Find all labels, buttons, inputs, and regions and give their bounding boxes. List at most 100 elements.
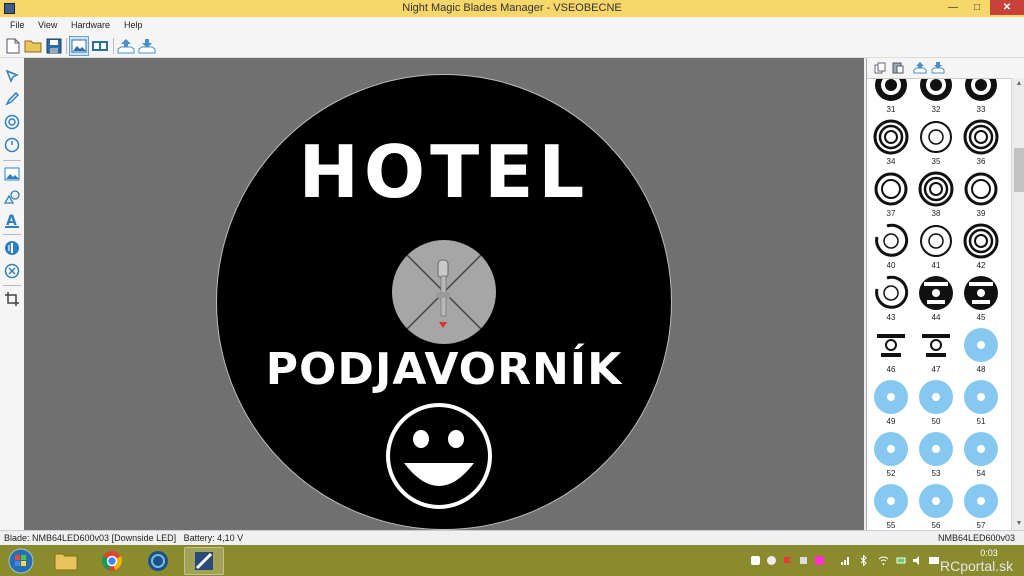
tray-badge-icon[interactable] xyxy=(814,555,825,566)
pattern-thumbnail[interactable]: 38 xyxy=(916,171,956,219)
close-button[interactable]: ✕ xyxy=(990,0,1024,15)
tray-battery-icon[interactable] xyxy=(896,555,907,566)
pattern-thumbnail[interactable]: 51 xyxy=(961,379,1001,427)
browser-globe-icon[interactable] xyxy=(138,547,178,575)
download-icon[interactable] xyxy=(137,36,157,56)
pattern-thumbnail[interactable]: 41 xyxy=(916,223,956,271)
pattern-number: 44 xyxy=(931,313,941,322)
circle-icon[interactable] xyxy=(2,112,22,132)
pattern-preview-icon xyxy=(877,334,905,357)
menu-help[interactable]: Help xyxy=(124,20,143,30)
minimize-button[interactable]: — xyxy=(942,0,964,15)
mirror-icon[interactable] xyxy=(2,238,22,258)
pattern-thumbnail[interactable]: 54 xyxy=(961,431,1001,479)
scroll-up-arrow-icon[interactable]: ▲ xyxy=(1012,78,1024,90)
pattern-preview-icon xyxy=(875,223,909,257)
tray-volume-icon[interactable] xyxy=(912,555,923,566)
tray-clock-icon[interactable] xyxy=(766,555,777,566)
text-icon[interactable]: A xyxy=(2,210,22,230)
menu-hardware[interactable]: Hardware xyxy=(71,20,110,30)
delete-icon[interactable] xyxy=(2,261,22,281)
library-download-icon[interactable] xyxy=(931,61,945,75)
menu-view[interactable]: View xyxy=(38,20,57,30)
pattern-thumbnail[interactable]: 43 xyxy=(871,275,911,323)
tray-flag-icon[interactable] xyxy=(782,555,793,566)
save-icon[interactable] xyxy=(44,36,64,56)
tray-wifi-icon[interactable] xyxy=(878,555,889,566)
view-strip-icon[interactable] xyxy=(90,36,110,56)
pattern-thumbnail[interactable]: 44 xyxy=(916,275,956,323)
paste-icon[interactable] xyxy=(891,61,905,75)
pattern-thumbnail[interactable]: 32 xyxy=(916,79,956,115)
pattern-library-panel: 31 32 33 34 35 36 37 38 39 40 41 42 43 44 45 46 47 48 49 50… xyxy=(866,58,1024,530)
pattern-preview-icon xyxy=(918,171,954,207)
tray-bluetooth-icon[interactable] xyxy=(858,555,869,566)
crop-icon[interactable] xyxy=(2,289,22,309)
pattern-preview-icon xyxy=(920,79,952,101)
pattern-thumbnail[interactable]: 37 xyxy=(871,171,911,219)
pattern-preview-icon xyxy=(964,432,998,466)
pattern-preview-icon xyxy=(919,276,953,310)
upload-icon[interactable] xyxy=(116,36,136,56)
copy-icon[interactable] xyxy=(873,61,887,75)
chrome-icon[interactable] xyxy=(92,547,132,575)
pattern-number: 43 xyxy=(886,313,896,322)
pattern-thumbnail[interactable]: 52 xyxy=(871,431,911,479)
library-toolbar xyxy=(867,58,1024,78)
pattern-preview-icon xyxy=(875,275,909,309)
pattern-thumbnail[interactable]: 33 xyxy=(961,79,1001,115)
pattern-thumbnail[interactable]: 55 xyxy=(871,483,911,530)
pattern-thumbnail[interactable]: 50 xyxy=(916,379,956,427)
tray-network-icon[interactable] xyxy=(798,555,809,566)
tray-signal-icon[interactable] xyxy=(840,555,851,566)
pattern-thumbnail[interactable]: 48 xyxy=(961,327,1001,375)
pattern-preview-icon xyxy=(920,225,952,257)
smiley-icon xyxy=(384,401,494,511)
pattern-thumbnail-list[interactable]: 31 32 33 34 35 36 37 38 39 40 41 42 43 44 45 46 47 48 49 50… xyxy=(867,78,1011,530)
shapes-icon[interactable] xyxy=(2,187,22,207)
pattern-thumbnail[interactable]: 47 xyxy=(916,327,956,375)
library-upload-icon[interactable] xyxy=(913,61,927,75)
pattern-thumbnail[interactable]: 46 xyxy=(871,327,911,375)
new-file-icon[interactable] xyxy=(3,36,23,56)
open-folder-icon[interactable] xyxy=(23,36,43,56)
pattern-thumbnail[interactable]: 57 xyxy=(961,483,1001,530)
pattern-number: 51 xyxy=(976,417,986,426)
pattern-preview-icon xyxy=(922,334,950,357)
rotor-hub xyxy=(392,240,496,344)
pattern-thumbnail[interactable]: 42 xyxy=(961,223,1001,271)
pattern-number: 39 xyxy=(976,209,986,218)
pattern-thumbnail[interactable]: 49 xyxy=(871,379,911,427)
pattern-thumbnail[interactable]: 45 xyxy=(961,275,1001,323)
blades-manager-taskbar-icon[interactable] xyxy=(184,547,224,575)
pattern-preview-icon xyxy=(964,172,998,206)
pattern-thumbnail[interactable]: 31 xyxy=(871,79,911,115)
scrollbar-thumb[interactable] xyxy=(1014,148,1024,192)
view-image-icon[interactable] xyxy=(69,36,89,56)
pattern-thumbnail[interactable]: 35 xyxy=(916,119,956,167)
tray-keyboard-icon[interactable] xyxy=(928,555,939,566)
pattern-thumbnail[interactable]: 40 xyxy=(871,223,911,271)
taskbar-clock[interactable]: 0:03 xyxy=(976,548,1002,558)
library-scrollbar[interactable]: ▲ ▼ xyxy=(1011,78,1024,530)
select-arrow-icon[interactable] xyxy=(2,66,22,86)
maximize-button[interactable]: □ xyxy=(966,0,988,15)
pattern-preview-icon xyxy=(874,484,908,518)
file-explorer-icon[interactable] xyxy=(46,547,86,575)
pattern-thumbnail[interactable]: 56 xyxy=(916,483,956,530)
pencil-icon[interactable] xyxy=(2,89,22,109)
pattern-preview-icon xyxy=(919,432,953,466)
pattern-number: 54 xyxy=(976,469,986,478)
pattern-thumbnail[interactable]: 34 xyxy=(871,119,911,167)
pattern-thumbnail[interactable]: 39 xyxy=(961,171,1001,219)
blade-canvas[interactable]: HOTEL PODJAVORNÍK xyxy=(24,58,864,530)
pattern-number: 48 xyxy=(976,365,986,374)
start-button[interactable] xyxy=(4,547,38,575)
pattern-thumbnail[interactable]: 53 xyxy=(916,431,956,479)
pattern-thumbnail[interactable]: 36 xyxy=(961,119,1001,167)
tray-app-icon[interactable] xyxy=(750,555,761,566)
menu-file[interactable]: File xyxy=(10,20,25,30)
clock-icon[interactable] xyxy=(2,135,22,155)
scroll-down-arrow-icon[interactable]: ▼ xyxy=(1012,518,1024,530)
image-icon[interactable] xyxy=(2,164,22,184)
